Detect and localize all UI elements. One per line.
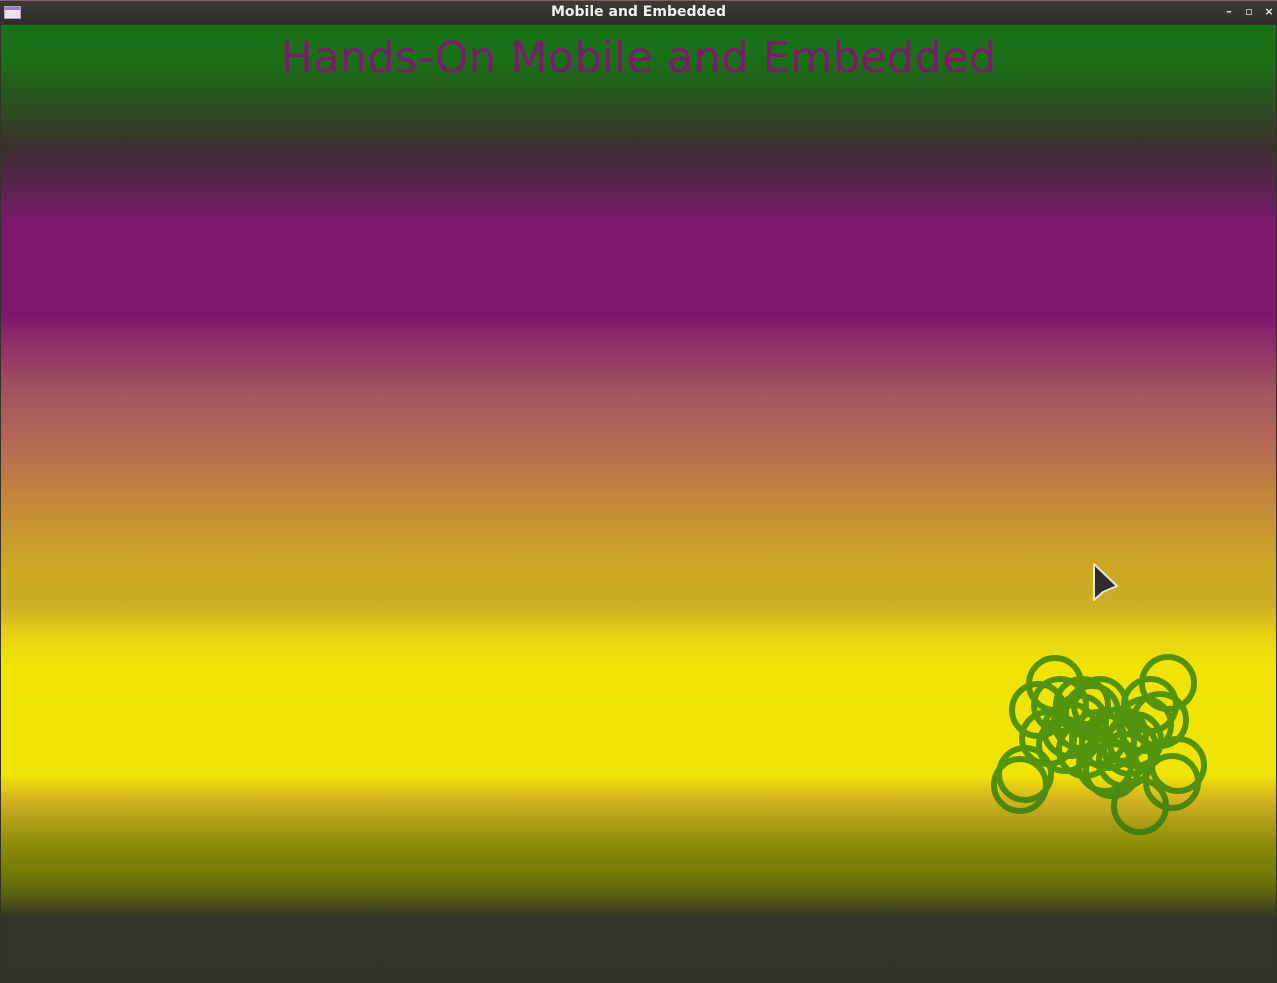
app-window: Mobile and Embedded – ▫ × Hands-On Mobil… xyxy=(0,0,1277,983)
arrow-cursor-icon xyxy=(1093,563,1118,601)
touch-rings xyxy=(991,654,1207,835)
